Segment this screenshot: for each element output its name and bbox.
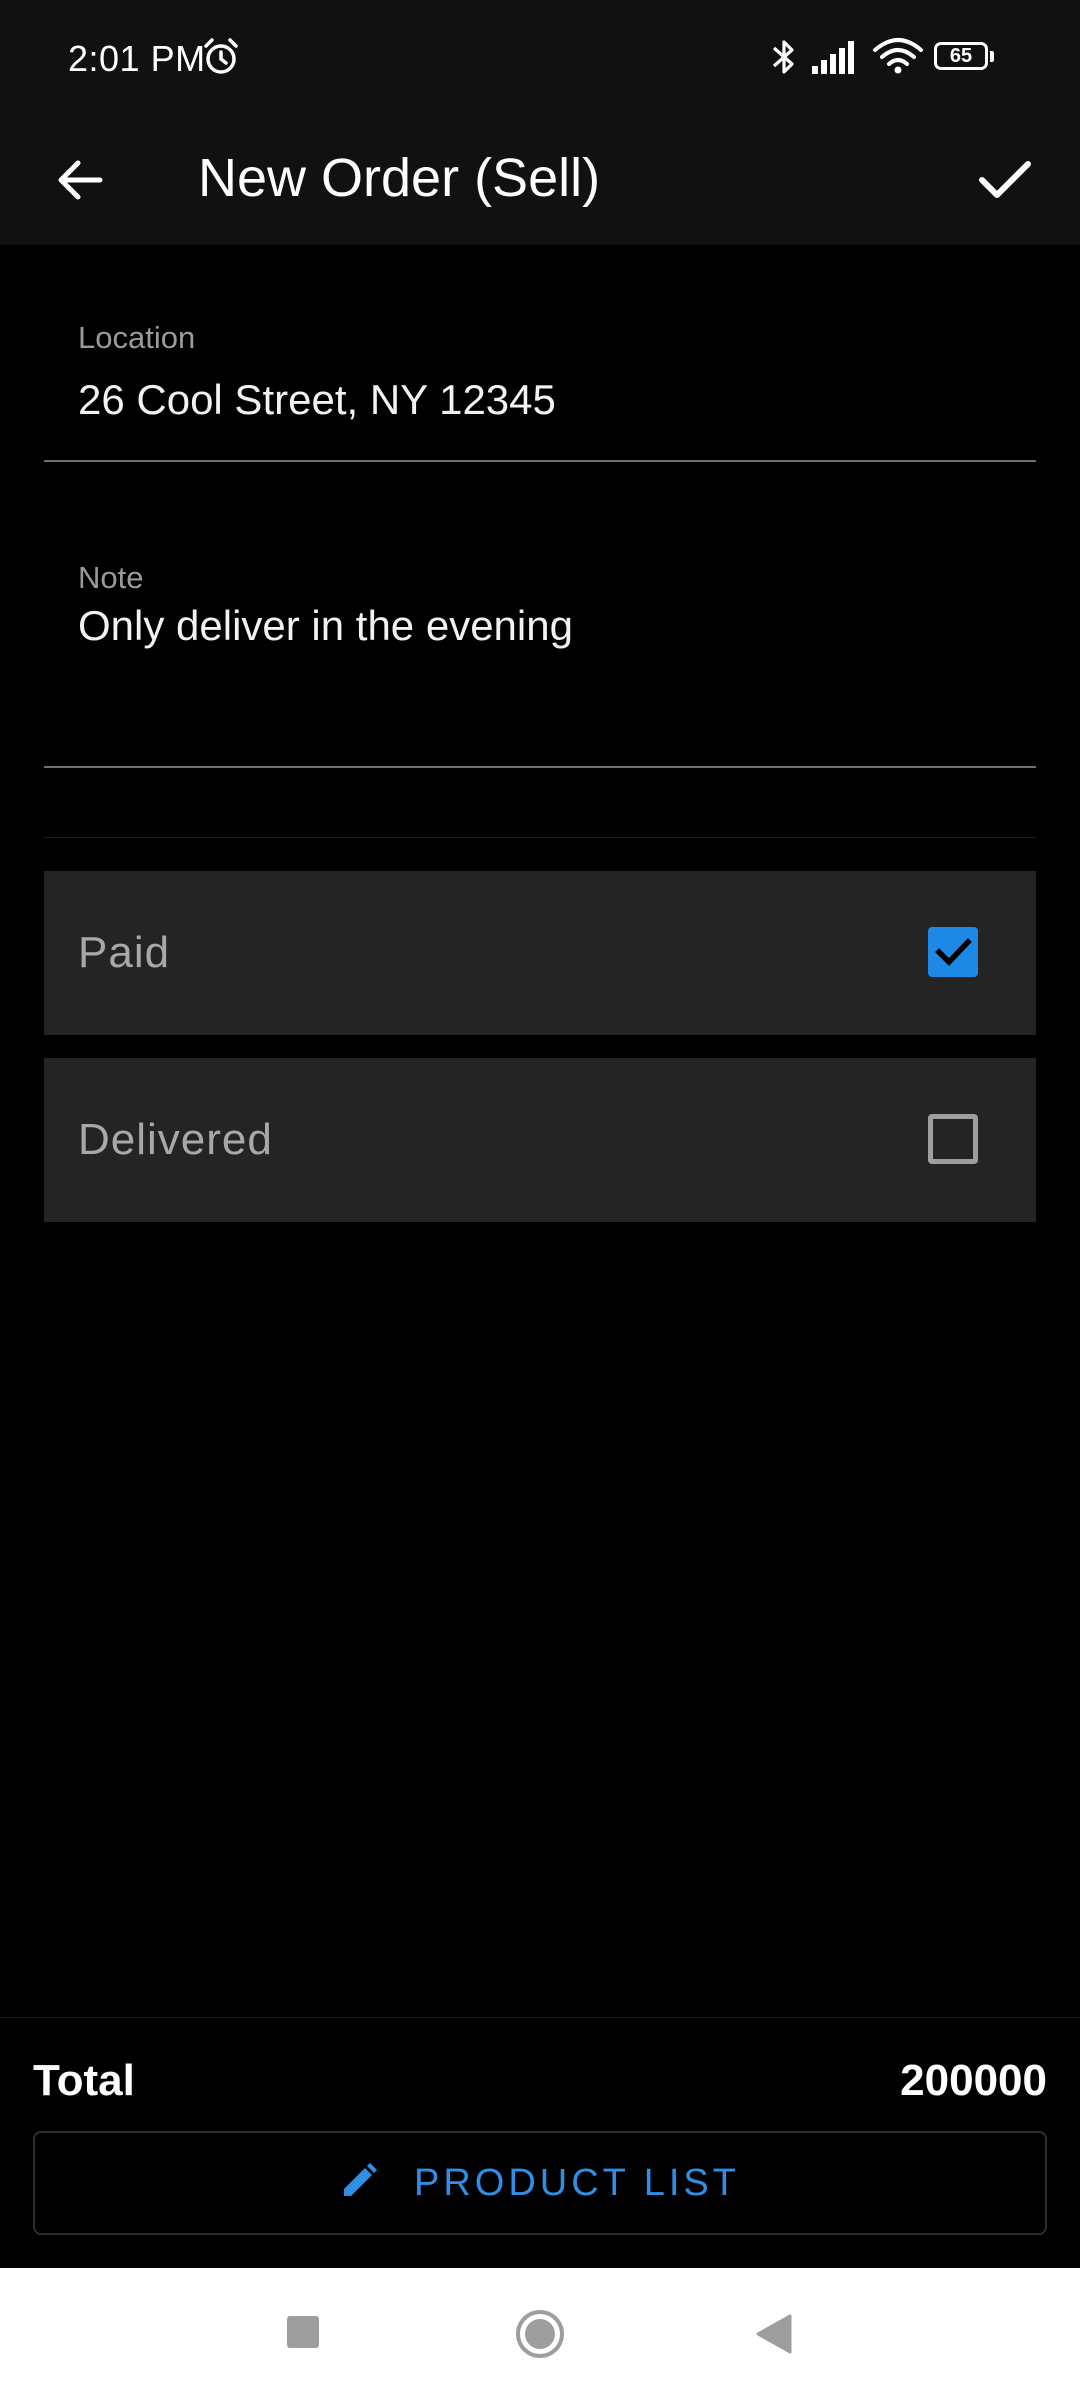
- status-time: 2:01 PM: [68, 38, 206, 79]
- square-icon: [287, 2316, 319, 2348]
- paid-checkbox[interactable]: [928, 927, 978, 977]
- product-list-label: PRODUCT LIST: [413, 2161, 740, 2204]
- save-button[interactable]: [966, 144, 1044, 216]
- battery-icon: 65: [934, 42, 994, 72]
- status-bar: 2:01 PM 65: [0, 0, 1080, 118]
- recents-button[interactable]: [285, 2314, 321, 2355]
- home-button[interactable]: [514, 2308, 566, 2365]
- paid-label: Paid: [78, 928, 171, 977]
- screen: 2:01 PM 65 New Order (Sell) Location 26 …: [0, 0, 1080, 2400]
- note-field[interactable]: Note Only deliver in the evening: [44, 540, 1036, 768]
- delivered-checkbox[interactable]: [928, 1114, 978, 1164]
- circle-icon: [516, 2310, 564, 2358]
- total-value: 200000: [900, 2056, 1047, 2105]
- app-bar: New Order (Sell): [0, 118, 1080, 245]
- pencil-icon: [340, 2162, 378, 2205]
- signal-icon: [810, 38, 862, 81]
- alarm-icon: [200, 36, 242, 83]
- location-field[interactable]: Location 26 Cool Street, NY 12345: [44, 300, 1036, 462]
- nav-bar: [0, 2268, 1080, 2400]
- divider: [44, 837, 1036, 838]
- triangle-back-icon: [756, 2314, 792, 2354]
- page-title: New Order (Sell): [198, 148, 601, 208]
- back-button[interactable]: [44, 144, 116, 216]
- bottom-divider: [0, 2017, 1080, 2018]
- total-label: Total: [33, 2056, 135, 2105]
- checkmark-icon: [935, 938, 972, 966]
- check-icon: [979, 161, 1031, 198]
- delivered-row[interactable]: Delivered: [44, 1058, 1036, 1222]
- nav-back-button[interactable]: [754, 2312, 794, 2361]
- note-label: Note: [78, 560, 144, 595]
- location-input[interactable]: 26 Cool Street, NY 12345: [78, 376, 998, 424]
- location-label: Location: [78, 320, 196, 355]
- note-input[interactable]: Only deliver in the evening: [78, 602, 998, 650]
- bluetooth-icon: [768, 36, 800, 83]
- paid-row[interactable]: Paid: [44, 871, 1036, 1035]
- product-list-button[interactable]: PRODUCT LIST: [33, 2131, 1047, 2235]
- arrow-back-icon: [58, 160, 103, 200]
- battery-level: 65: [949, 45, 973, 67]
- delivered-label: Delivered: [78, 1115, 273, 1164]
- wifi-icon: [872, 36, 924, 81]
